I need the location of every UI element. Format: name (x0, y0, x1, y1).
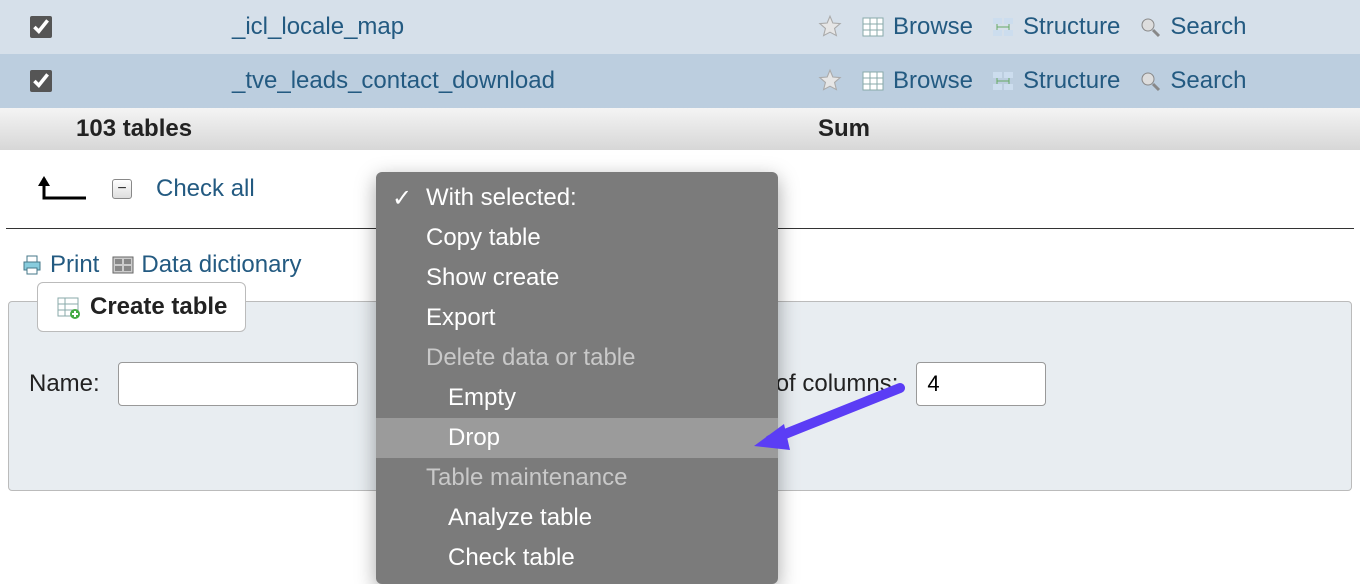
structure-label: Structure (1023, 13, 1120, 41)
create-table-icon (56, 295, 80, 319)
search-icon (1138, 15, 1162, 39)
browse-link[interactable]: Browse (861, 67, 973, 95)
search-icon (1138, 69, 1162, 93)
data-dictionary-label: Data dictionary (141, 251, 301, 279)
create-table-label: Create table (90, 293, 227, 321)
search-label: Search (1170, 13, 1246, 41)
dropdown-with-selected[interactable]: With selected: (376, 178, 778, 218)
table-count: 103 tables (76, 115, 192, 143)
search-link[interactable]: Search (1138, 67, 1246, 95)
with-selected-dropdown[interactable]: With selected: Copy table Show create Ex… (376, 172, 778, 584)
dropdown-export[interactable]: Export (376, 298, 778, 338)
structure-link[interactable]: Structure (991, 13, 1120, 41)
search-label: Search (1170, 67, 1246, 95)
row-checkbox[interactable] (30, 70, 52, 92)
dropdown-group-delete: Delete data or table (376, 338, 778, 378)
sum-label: Sum (818, 115, 870, 143)
partial-check-toggle[interactable]: − (112, 179, 132, 199)
dropdown-analyze[interactable]: Analyze table (376, 498, 778, 538)
row-checkbox[interactable] (30, 16, 52, 38)
table-name-link[interactable]: _tve_leads_contact_download (232, 67, 817, 95)
structure-link[interactable]: Structure (991, 67, 1120, 95)
dropdown-check-table[interactable]: Check table (376, 538, 778, 578)
table-row: _icl_locale_map Browse Structure Search (0, 0, 1360, 54)
table-row: _tve_leads_contact_download Browse Struc… (0, 54, 1360, 108)
select-arrow-icon (36, 174, 88, 204)
dropdown-empty[interactable]: Empty (376, 378, 778, 418)
structure-label: Structure (1023, 67, 1120, 95)
browse-label: Browse (893, 13, 973, 41)
star-icon[interactable] (817, 14, 843, 40)
num-columns-label: of columns: (776, 370, 899, 398)
name-label: Name: (29, 370, 100, 398)
print-label: Print (50, 251, 99, 279)
print-icon (20, 253, 44, 277)
dropdown-drop[interactable]: Drop (376, 418, 778, 458)
browse-link[interactable]: Browse (861, 13, 973, 41)
check-all-link[interactable]: Check all (156, 175, 255, 203)
data-dictionary-link[interactable]: Data dictionary (111, 251, 301, 279)
dropdown-copy-table[interactable]: Copy table (376, 218, 778, 258)
structure-icon (991, 69, 1015, 93)
num-columns-input[interactable] (916, 362, 1046, 406)
star-icon[interactable] (817, 68, 843, 94)
summary-row: 103 tables Sum (0, 108, 1360, 150)
structure-icon (991, 15, 1015, 39)
print-link[interactable]: Print (20, 251, 99, 279)
dropdown-show-create[interactable]: Show create (376, 258, 778, 298)
table-name-link[interactable]: _icl_locale_map (232, 13, 817, 41)
table-name-input[interactable] (118, 362, 358, 406)
create-table-button[interactable]: Create table (37, 282, 246, 332)
browse-icon (861, 69, 885, 93)
data-dictionary-icon (111, 253, 135, 277)
browse-icon (861, 15, 885, 39)
browse-label: Browse (893, 67, 973, 95)
dropdown-group-maintenance: Table maintenance (376, 458, 778, 498)
search-link[interactable]: Search (1138, 13, 1246, 41)
